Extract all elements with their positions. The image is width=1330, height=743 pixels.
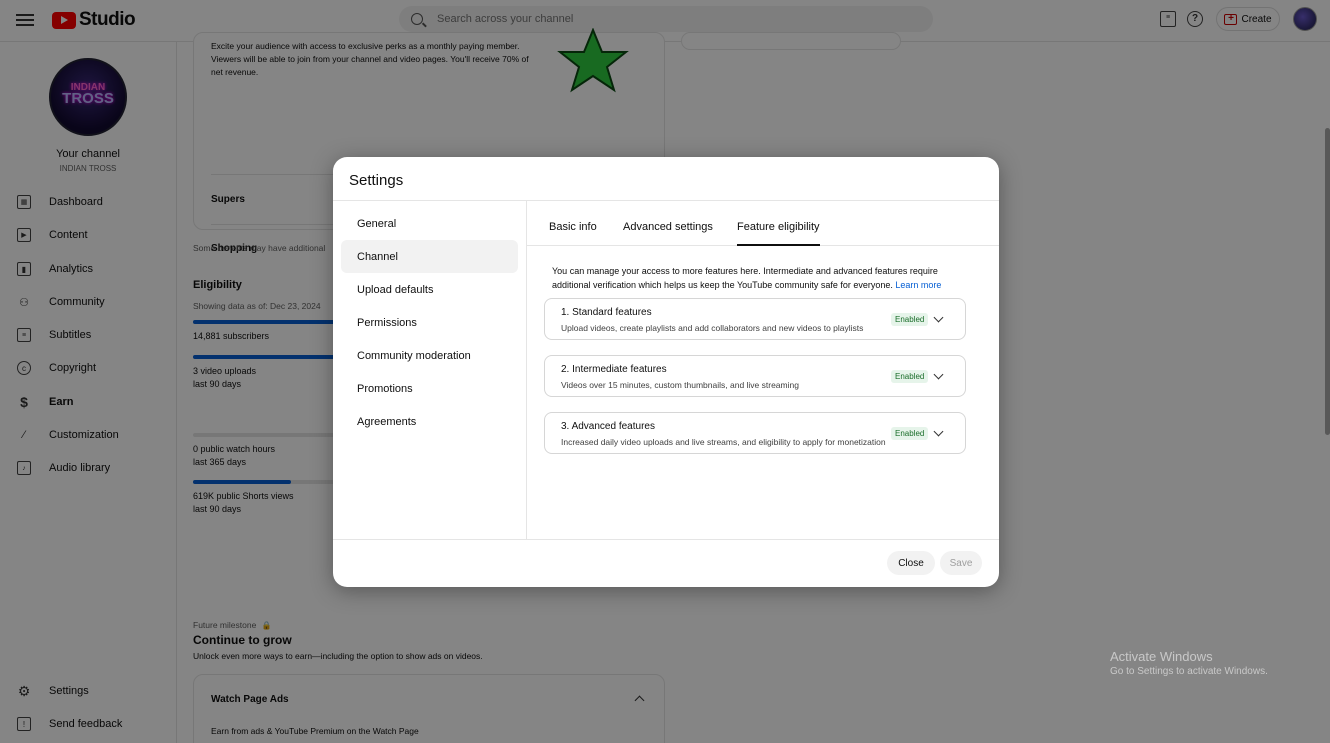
tab-feature-eligibility[interactable]: Feature eligibility: [737, 221, 820, 246]
settings-nav-promotions[interactable]: Promotions: [341, 372, 518, 405]
chevron-down-icon[interactable]: [933, 426, 944, 437]
settings-nav-upload-defaults[interactable]: Upload defaults: [341, 273, 518, 306]
divider: [526, 201, 527, 539]
settings-nav: General Channel Upload defaults Permissi…: [333, 207, 526, 438]
settings-dialog: Settings General Channel Upload defaults…: [333, 157, 999, 587]
tab-advanced-settings[interactable]: Advanced settings: [623, 221, 713, 246]
feature-intermediate[interactable]: 2. Intermediate features Videos over 15 …: [544, 355, 966, 397]
status-badge: Enabled: [891, 370, 929, 383]
windows-watermark: Activate Windows Go to Settings to activ…: [1110, 649, 1268, 677]
close-button[interactable]: Close: [887, 551, 935, 575]
feature-standard[interactable]: 1. Standard features Upload videos, crea…: [544, 298, 966, 340]
settings-tabs: Basic info Advanced settings Feature eli…: [527, 201, 999, 246]
feature-description: Increased daily video uploads and live s…: [561, 437, 886, 447]
tab-basic-info[interactable]: Basic info: [549, 221, 597, 246]
dialog-title: Settings: [349, 172, 404, 189]
intro-text: You can manage your access to more featu…: [552, 266, 938, 290]
status-badge: Enabled: [891, 313, 929, 326]
watermark-line-2: Go to Settings to activate Windows.: [1110, 666, 1268, 677]
chevron-down-icon[interactable]: [933, 312, 944, 323]
feature-advanced[interactable]: 3. Advanced features Increased daily vid…: [544, 412, 966, 454]
feature-title: 1. Standard features: [561, 307, 652, 318]
feature-description: Videos over 15 minutes, custom thumbnail…: [561, 380, 799, 390]
feature-title: 3. Advanced features: [561, 421, 655, 432]
status-badge: Enabled: [891, 427, 929, 440]
feature-description: Upload videos, create playlists and add …: [561, 323, 864, 333]
divider: [333, 539, 999, 540]
feature-eligibility-intro: You can manage your access to more featu…: [552, 264, 972, 292]
settings-nav-agreements[interactable]: Agreements: [341, 405, 518, 438]
feature-title: 2. Intermediate features: [561, 364, 667, 375]
watermark-line-1: Activate Windows: [1110, 649, 1213, 664]
settings-nav-permissions[interactable]: Permissions: [341, 306, 518, 339]
save-button[interactable]: Save: [940, 551, 982, 575]
settings-nav-community-moderation[interactable]: Community moderation: [341, 339, 518, 372]
chevron-down-icon[interactable]: [933, 369, 944, 380]
settings-nav-channel[interactable]: Channel: [341, 240, 518, 273]
settings-nav-general[interactable]: General: [341, 207, 518, 240]
learn-more-link[interactable]: Learn more: [895, 280, 941, 290]
